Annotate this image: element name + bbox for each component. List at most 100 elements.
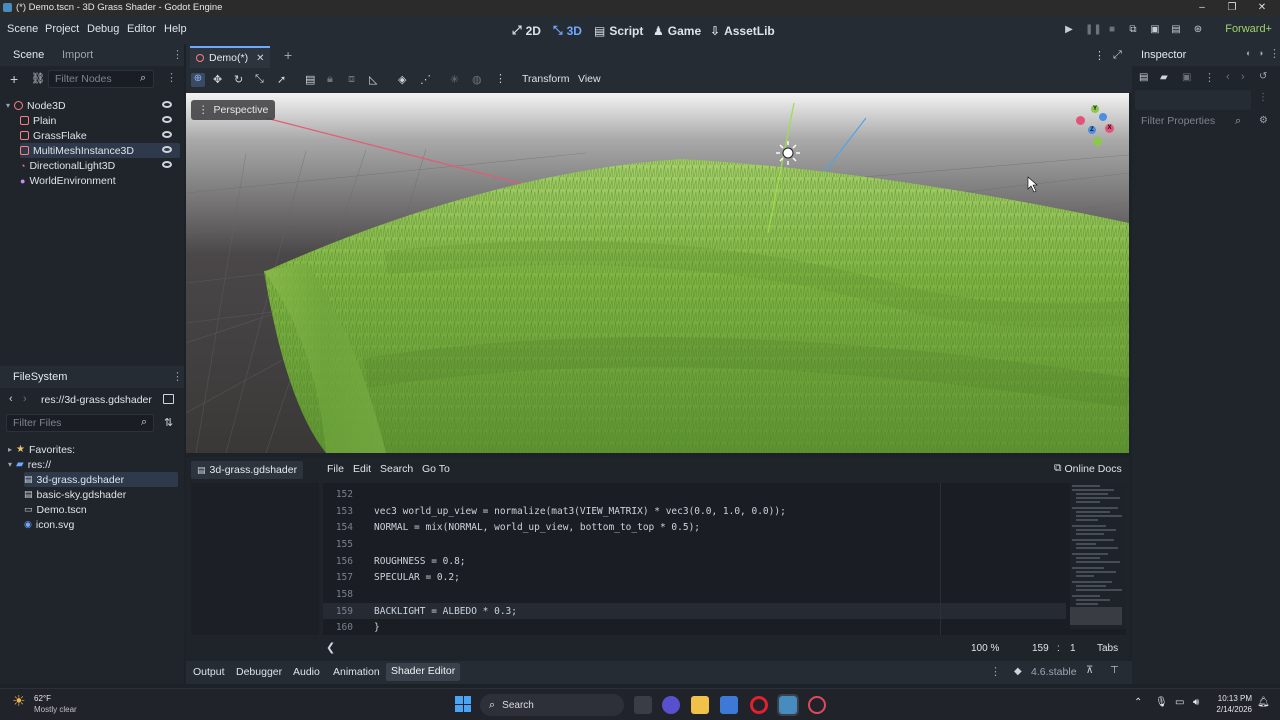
sun-toggle-icon[interactable]: ✳ xyxy=(450,73,459,86)
visibility-eye-icon[interactable] xyxy=(162,131,172,138)
stop-icon[interactable]: ■ xyxy=(1106,24,1118,36)
movie-maker-icon[interactable]: ⊛ xyxy=(1192,24,1204,36)
gizmo-neg-y-icon[interactable] xyxy=(1093,137,1102,146)
expand-arrow-icon[interactable]: ▾ xyxy=(6,101,10,110)
resource-options-icon[interactable]: ⋮ xyxy=(1204,71,1215,84)
tree-node-multimesh[interactable]: MultiMeshInstance3D xyxy=(20,143,180,158)
mode-assetlib-button[interactable]: ⇩ AssetLib xyxy=(710,22,775,39)
filter-files-input[interactable]: Filter Files xyxy=(6,414,154,432)
expand-panel-icon[interactable]: ⊤ xyxy=(1110,665,1119,676)
volume-icon[interactable]: 🔊︎ xyxy=(1193,697,1199,708)
notification-icon[interactable]: 🔔︎ xyxy=(1257,697,1270,708)
store-icon[interactable] xyxy=(720,696,738,714)
rotate-mode-icon[interactable]: ↻ xyxy=(234,73,243,86)
menu-scene[interactable]: Scene xyxy=(7,23,38,35)
tab-debugger[interactable]: Debugger xyxy=(236,666,282,678)
orientation-gizmo[interactable]: Y X Z xyxy=(1072,103,1118,149)
expand-arrow-icon[interactable]: ▸ xyxy=(8,445,12,454)
tree-node-grassflake[interactable]: GrassFlake xyxy=(20,128,180,143)
weather-temp[interactable]: 62°F xyxy=(34,694,51,703)
mode-script-button[interactable]: ▤ Script xyxy=(594,22,643,39)
history-list-icon[interactable]: ↺ xyxy=(1259,71,1267,82)
menu-help[interactable]: Help xyxy=(164,23,187,35)
play-scene-icon[interactable]: ▣ xyxy=(1149,24,1161,36)
tab-scene[interactable]: Scene xyxy=(13,49,44,61)
file-row-icon[interactable]: ◉ icon.svg xyxy=(24,517,74,532)
expand-arrow-icon[interactable]: ▾ xyxy=(8,460,12,469)
godot-taskbar-icon[interactable] xyxy=(777,694,799,716)
inspector-options-icon[interactable]: ⚙ xyxy=(1259,115,1268,126)
snap-icon[interactable]: ◺ xyxy=(369,73,377,86)
shader-menu-file[interactable]: File xyxy=(327,463,344,475)
lock-icon[interactable]: 🔒︎ xyxy=(327,73,333,86)
add-tab-icon[interactable]: + xyxy=(284,47,292,63)
group-icon[interactable]: ⧈ xyxy=(348,73,355,86)
tab-inspector[interactable]: Inspector xyxy=(1141,49,1186,61)
shader-menu-edit[interactable]: Edit xyxy=(353,463,371,475)
menu-project[interactable]: Project xyxy=(45,23,79,35)
tree-node-node3d[interactable]: ▾ Node3D xyxy=(6,98,180,113)
tree-node-directional-light[interactable]: ◔ DirectionalLight3D xyxy=(20,158,180,173)
clock-time[interactable]: 10:13 PM xyxy=(1210,694,1252,703)
task-view-icon[interactable] xyxy=(634,696,652,714)
network-icon[interactable]: ▭ xyxy=(1175,697,1184,708)
select-mode-icon[interactable]: ⊕ xyxy=(191,73,205,87)
open-resource-icon[interactable]: ▰ xyxy=(1160,72,1168,83)
gizmo-x-axis[interactable]: X xyxy=(1105,124,1114,133)
filter-nodes-input[interactable]: Filter Nodes xyxy=(48,70,154,88)
perspective-menu-button[interactable]: ⋮ Perspective xyxy=(191,100,276,120)
history-back-icon[interactable]: ‹ xyxy=(1226,71,1230,83)
microphone-icon[interactable]: 🎙︎ xyxy=(1155,697,1168,708)
dock-menu-icon[interactable]: ⋮ xyxy=(172,48,183,61)
weather-icon[interactable]: ☀ xyxy=(12,692,25,710)
minimize-button[interactable]: – xyxy=(1188,0,1216,16)
split-view-icon[interactable] xyxy=(163,394,174,404)
view-menu[interactable]: View xyxy=(578,73,601,85)
recorder-icon[interactable] xyxy=(808,696,826,714)
close-tab-icon[interactable]: ✕ xyxy=(256,53,264,64)
file-row-sky-shader[interactable]: ▤ basic-sky.gdshader xyxy=(24,487,126,502)
visibility-eye-icon[interactable] xyxy=(162,161,172,168)
visibility-eye-icon[interactable] xyxy=(162,116,172,123)
filesystem-path[interactable]: res://3d-grass.gdshader xyxy=(41,394,152,406)
file-explorer-icon[interactable] xyxy=(691,696,709,714)
transform-menu[interactable]: Transform xyxy=(522,73,569,85)
file-row-grass-shader[interactable]: ▤ 3d-grass.gdshader xyxy=(24,472,178,487)
distraction-free-icon[interactable]: ⤢ xyxy=(1113,49,1122,62)
res-root-row[interactable]: ▾ ▰ res:// xyxy=(8,457,51,472)
zoom-level[interactable]: 100 % xyxy=(971,643,999,654)
visibility-eye-icon[interactable] xyxy=(162,101,172,108)
shader-file-tab[interactable]: ▤ 3d-grass.gdshader xyxy=(191,461,303,479)
taskbar-search[interactable]: ⌕ Search xyxy=(480,694,624,716)
add-node-icon[interactable]: + xyxy=(10,71,18,87)
filesystem-title[interactable]: FileSystem xyxy=(13,371,67,383)
instance-scene-icon[interactable]: ⛓ xyxy=(31,72,45,85)
gizmo-neg-x-icon[interactable] xyxy=(1076,116,1085,125)
remote-debug-icon[interactable]: ⧉ xyxy=(1127,24,1139,36)
shader-menu-search[interactable]: Search xyxy=(380,463,413,475)
new-resource-icon[interactable]: ▤ xyxy=(1139,72,1148,83)
menu-editor[interactable]: Editor xyxy=(127,23,156,35)
object-path-field[interactable] xyxy=(1135,90,1251,110)
sort-icon[interactable]: ⇅ xyxy=(164,416,173,429)
clock-date[interactable]: 2/14/2026 xyxy=(1210,705,1252,714)
tab-demo-scene[interactable]: Demo(*) ✕ xyxy=(190,46,270,68)
weather-desc[interactable]: Mostly clear xyxy=(34,705,77,714)
chat-app-icon[interactable] xyxy=(662,696,680,714)
pin-icon[interactable]: ⊼ xyxy=(1086,665,1093,676)
file-row-demo-scene[interactable]: ▭ Demo.tscn xyxy=(24,502,87,517)
tray-chevron-icon[interactable]: ⌃ xyxy=(1134,697,1142,708)
local-space-icon[interactable]: ◈ xyxy=(398,73,406,86)
viewport-options-icon[interactable]: ⋮ xyxy=(495,72,506,85)
tree-node-plain[interactable]: Plain xyxy=(20,113,180,128)
version-label[interactable]: 4.6.stable xyxy=(1031,666,1077,678)
tab-animation[interactable]: Animation xyxy=(333,666,380,678)
history-icon[interactable]: ◐ xyxy=(1246,48,1251,58)
lock-icon[interactable]: ◑ xyxy=(1258,48,1263,58)
menu-debug[interactable]: Debug xyxy=(87,23,119,35)
save-resource-icon[interactable]: ▣ xyxy=(1182,72,1191,83)
mode-game-button[interactable]: ♟ Game xyxy=(653,22,701,39)
ruler-icon[interactable]: ▤ xyxy=(305,73,315,86)
bottom-options-icon[interactable]: ⋮ xyxy=(990,665,1001,678)
pause-icon[interactable]: ❚❚ xyxy=(1085,24,1102,36)
